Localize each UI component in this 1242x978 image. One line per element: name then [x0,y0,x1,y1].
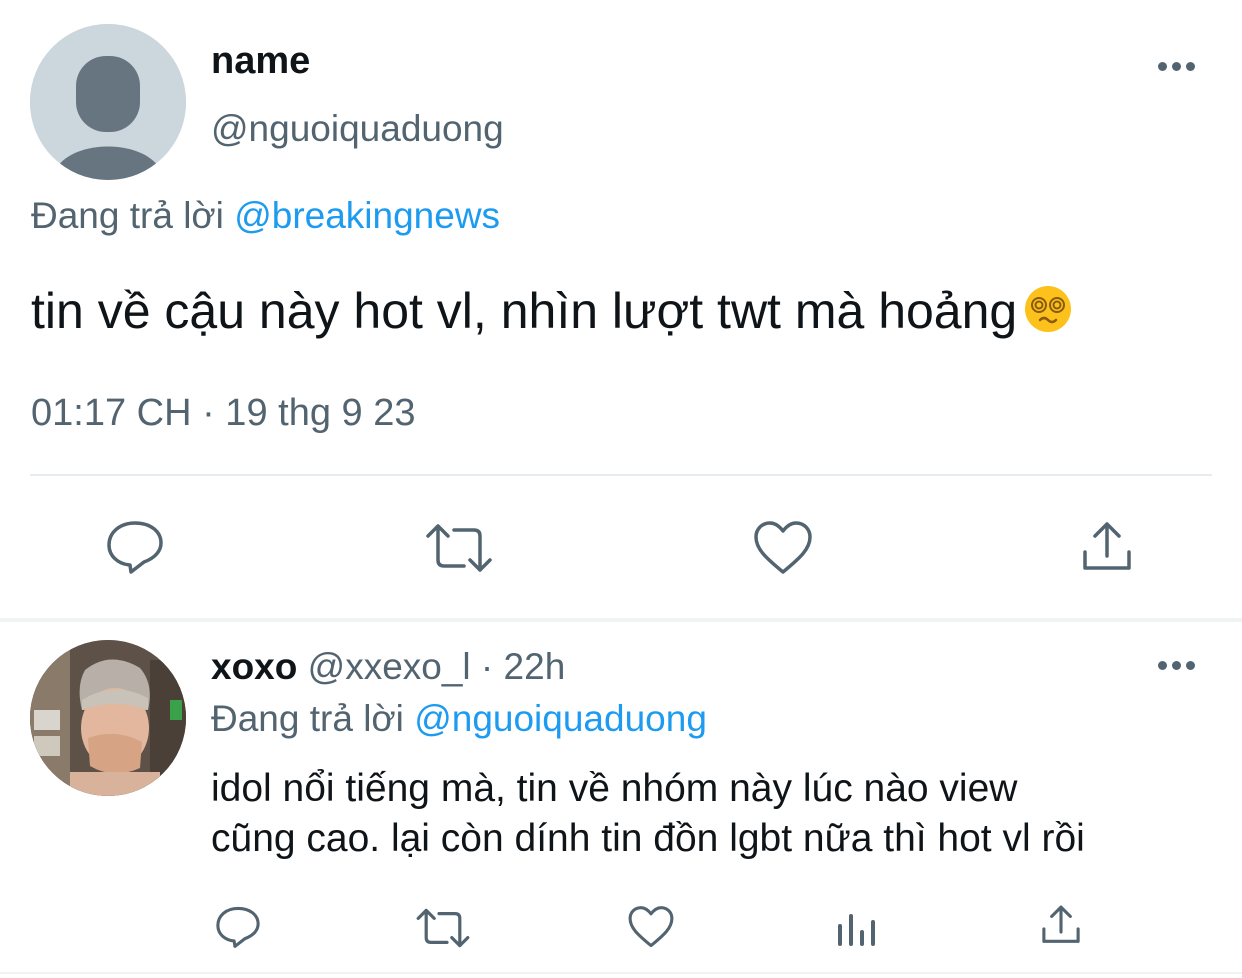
avatar[interactable] [30,24,186,180]
reply-header: xoxo @xxexo_l · 22h [211,646,565,688]
replying-to-label: Đang trả lời [31,195,224,236]
default-avatar-icon [30,24,186,180]
dizzy-face-emoji-icon [1025,286,1072,332]
replying-to: Đang trả lời @breakingnews [31,195,500,237]
relative-time[interactable]: 22h [504,646,566,687]
divider [0,972,1242,974]
display-name[interactable]: xoxo [211,646,297,687]
mention-link[interactable]: @nguoiquaduong [414,698,707,739]
tweet-text: idol nổi tiếng mà, tin về nhóm này lúc n… [211,764,1221,864]
replying-to-label: Đang trả lời [211,698,404,739]
like-icon[interactable] [627,905,675,949]
retweet-icon[interactable] [424,522,494,574]
more-options-icon[interactable] [1158,62,1195,71]
more-options-icon[interactable] [1158,661,1195,670]
mention-link[interactable]: @breakingnews [234,195,500,236]
user-handle[interactable]: @nguoiquaduong [211,108,504,150]
user-photo-icon [30,640,186,796]
divider [30,474,1212,476]
retweet-icon[interactable] [415,907,471,949]
reply-icon[interactable] [104,518,166,576]
analytics-icon[interactable] [834,904,878,948]
replying-to: Đang trả lời @nguoiquaduong [211,698,707,740]
share-icon[interactable] [1080,520,1134,574]
separator: · [470,646,504,687]
display-name[interactable]: name [211,40,310,83]
reply-icon[interactable] [214,904,262,950]
like-icon[interactable] [752,520,814,576]
tweet-text: tin về cậu này hot vl, nhìn lượt twt mà … [31,282,1073,340]
user-handle[interactable]: @xxexo_l [308,646,471,687]
tweet-text-line: idol nổi tiếng mà, tin về nhóm này lúc n… [211,767,1018,810]
tweet-text-content: tin về cậu này hot vl, nhìn lượt twt mà … [31,283,1018,339]
timestamp[interactable]: 01:17 CH · 19 thg 9 23 [31,392,415,435]
share-icon[interactable] [1040,904,1082,946]
tweet-text-line: cũng cao. lại còn dính tin đồn lgbt nữa … [211,817,1085,860]
section-divider [0,618,1242,622]
avatar[interactable] [30,640,186,796]
